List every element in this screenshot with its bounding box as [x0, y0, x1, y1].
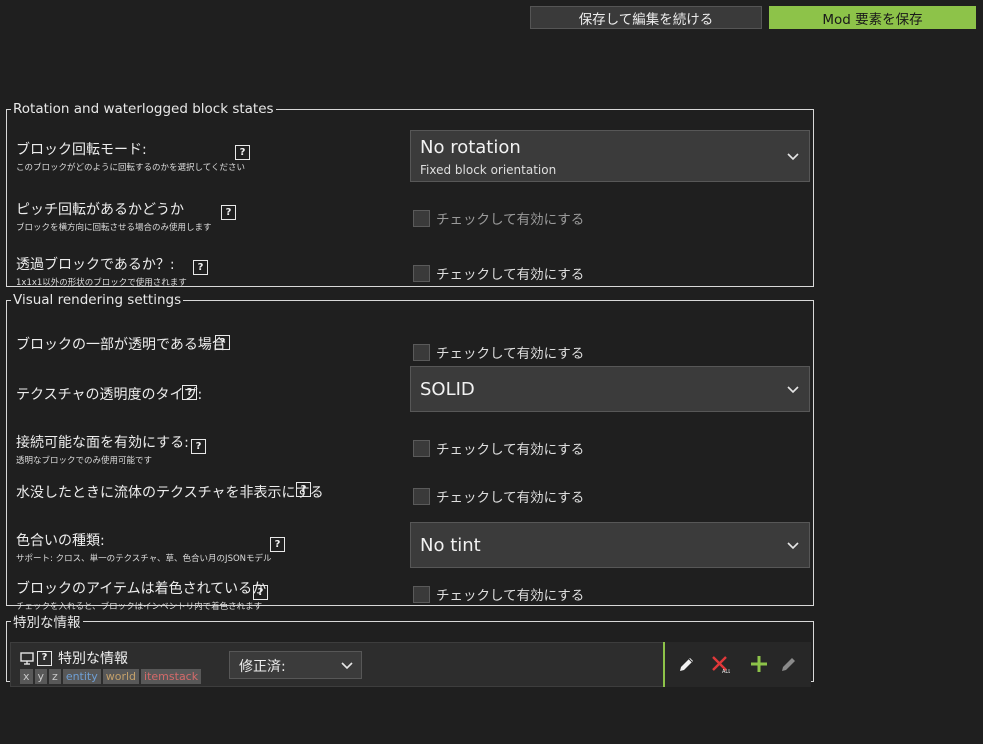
connected-sides-hint: 透明なブロックでのみ使用可能です: [16, 456, 153, 466]
help-icon[interactable]: ?: [191, 439, 206, 454]
rotation-mode-value: No rotation: [420, 137, 521, 158]
help-icon[interactable]: ?: [215, 335, 230, 350]
help-icon[interactable]: ?: [253, 585, 268, 600]
procedure-tools: ALL: [663, 642, 811, 687]
item-tinted-checkbox[interactable]: チェックして有効にする: [413, 584, 584, 604]
chevron-down-icon: [787, 542, 799, 550]
pitch-rotation-checkbox[interactable]: チェックして有効にする: [413, 208, 584, 228]
procedure-mode-select[interactable]: 修正済:: [229, 651, 362, 679]
transparency-type-label: テクスチャの透明度のタイプ:: [16, 387, 203, 403]
rotation-section-title: Rotation and waterlogged block states: [13, 101, 274, 117]
rotation-mode-value-sub: Fixed block orientation: [420, 163, 557, 177]
save-and-continue-button[interactable]: 保存して編集を続ける: [530, 6, 762, 29]
hide-fluid-label: 水没したときに流体のテクスチャを非表示にする: [16, 485, 324, 501]
rotation-section: Rotation and waterlogged block states ブロ…: [6, 101, 814, 288]
help-icon[interactable]: ?: [296, 482, 311, 497]
visual-section-title: Visual rendering settings: [13, 292, 182, 308]
checkbox-box[interactable]: [413, 439, 430, 457]
remove-all-icon[interactable]: ALL: [710, 654, 730, 674]
transparency-type-select[interactable]: SOLID: [410, 366, 810, 412]
hide-fluid-checkbox[interactable]: チェックして有効にする: [413, 486, 584, 506]
dependency-y: y: [34, 669, 48, 684]
checkbox-box[interactable]: [413, 343, 430, 361]
pencil-icon[interactable]: [677, 654, 697, 674]
save-mod-element-button[interactable]: Mod 要素を保存: [769, 6, 976, 29]
help-icon[interactable]: ?: [193, 260, 208, 275]
checkbox-box[interactable]: [413, 487, 430, 505]
checkbox-label: チェックして有効にする: [436, 442, 585, 458]
connected-sides-label: 接続可能な面を有効にする:: [16, 435, 189, 451]
waterloggable-hint: 1x1x1以外の形状のブロックで使用されます: [16, 278, 187, 288]
item-tinted-label: ブロックのアイテムは着色されているか: [16, 581, 267, 597]
special-info-section-title: 特別な情報: [13, 615, 81, 631]
help-icon[interactable]: ?: [37, 650, 52, 666]
add-icon[interactable]: [749, 654, 769, 674]
checkbox-box[interactable]: [413, 209, 430, 227]
procedure-selector[interactable]: ? 特別な情報 x y z entity world itemstack 修正済…: [10, 642, 811, 687]
dependency-world: world: [102, 669, 140, 684]
pencil-icon[interactable]: [779, 654, 799, 674]
checkbox-label: チェックして有効にする: [436, 267, 585, 283]
help-icon[interactable]: ?: [221, 205, 236, 220]
monitor-icon: [20, 651, 34, 665]
visual-section: Visual rendering settings ブロックの一部が透明である場…: [6, 292, 814, 612]
partial-transparent-checkbox[interactable]: チェックして有効にする: [413, 342, 584, 362]
svg-text:ALL: ALL: [722, 669, 730, 674]
waterloggable-checkbox[interactable]: チェックして有効にする: [413, 263, 584, 283]
partial-transparent-label: ブロックの一部が透明である場合: [16, 337, 226, 353]
checkbox-box[interactable]: [413, 585, 430, 603]
rotation-mode-hint: このブロックがどのように回転するのかを選択してください: [16, 163, 245, 173]
dependency-z: z: [49, 669, 61, 684]
dependency-itemstack: itemstack: [141, 669, 202, 684]
checkbox-box[interactable]: [413, 264, 430, 282]
checkbox-label: チェックして有効にする: [436, 490, 585, 506]
tint-type-hint: サポート: クロス、単一のテクスチャ、草、色合い月のJSONモデル: [16, 554, 272, 564]
dependency-list: x y z entity world itemstack: [20, 669, 202, 684]
checkbox-label: チェックして有効にする: [436, 588, 585, 604]
chevron-down-icon: [787, 153, 799, 161]
special-info-section: 特別な情報 ? 特別な情報 x y z entity world itemsta…: [6, 611, 814, 687]
tint-type-label: 色合いの種類:: [16, 533, 105, 549]
procedure-mode-value: 修正済:: [239, 659, 286, 675]
tint-type-value: No tint: [420, 535, 481, 556]
rotation-mode-select[interactable]: No rotation Fixed block orientation: [410, 130, 810, 182]
tint-type-select[interactable]: No tint: [410, 522, 810, 568]
checkbox-label: チェックして有効にする: [436, 212, 585, 228]
rotation-mode-label: ブロック回転モード:: [16, 142, 147, 158]
connected-sides-checkbox[interactable]: チェックして有効にする: [413, 438, 584, 458]
checkbox-label: チェックして有効にする: [436, 346, 585, 362]
waterloggable-label: 透過ブロックであるか？:: [16, 257, 175, 273]
dependency-entity: entity: [62, 669, 101, 684]
help-icon[interactable]: ?: [235, 145, 250, 160]
help-icon[interactable]: ?: [182, 385, 197, 400]
pitch-rotation-label: ピッチ回転があるかどうか: [16, 202, 184, 218]
dependency-x: x: [20, 669, 33, 684]
help-icon[interactable]: ?: [270, 537, 285, 552]
pitch-rotation-hint: ブロックを横方向に回転させる場合のみ使用します: [16, 223, 212, 233]
chevron-down-icon: [341, 662, 353, 670]
chevron-down-icon: [787, 386, 799, 394]
procedure-title: 特別な情報: [58, 651, 128, 667]
transparency-type-value: SOLID: [420, 379, 475, 400]
